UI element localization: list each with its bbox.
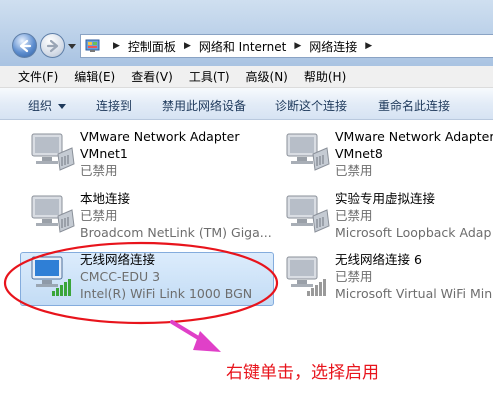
navigation-bar: ▶ 控制面板 ▶ 网络和 Internet ▶ 网络连接 ▶ (0, 0, 493, 66)
adapter-name: VMware Network Adapter (335, 129, 493, 144)
adapter-vmnet1[interactable]: VMware Network Adapter VMnet1 已禁用 (28, 128, 248, 188)
menu-bar: 文件(F) 编辑(E) 查看(V) 工具(T) 高级(N) 帮助(H) (0, 66, 493, 88)
network-adapter-disabled-icon (286, 133, 330, 171)
adapter-status: 已禁用 (335, 163, 373, 178)
disable-device-button[interactable]: 禁用此网络设备 (162, 97, 246, 114)
adapter-device: Microsoft Loopback Adap (335, 225, 492, 240)
adapter-device: Intel(R) WiFi Link 1000 BGN (80, 286, 253, 301)
menu-file[interactable]: 文件(F) (18, 68, 58, 85)
arrow-right-icon (46, 39, 58, 52)
breadcrumb-control-panel[interactable]: 控制面板 (128, 38, 176, 55)
breadcrumb-network-connections[interactable]: 网络连接 (309, 38, 357, 55)
instruction-annotation: 右键单击，选择启用 (226, 363, 379, 383)
organize-button[interactable]: 组织 (28, 97, 67, 114)
wireless-adapter-icon (31, 256, 71, 296)
adapter-name: 本地连接 (80, 191, 131, 206)
breadcrumb-separator-icon[interactable]: ▶ (294, 41, 301, 51)
adapter-vmnet8[interactable]: VMware Network Adapter VMnet8 已禁用 (283, 128, 493, 188)
forward-button[interactable] (40, 33, 65, 58)
network-adapter-disabled-icon (31, 133, 75, 171)
address-bar[interactable]: ▶ 控制面板 ▶ 网络和 Internet ▶ 网络连接 ▶ (80, 34, 493, 58)
adapter-ssid: CMCC-EDU 3 (80, 269, 161, 284)
menu-advanced[interactable]: 高级(N) (246, 68, 288, 85)
rename-connection-button[interactable]: 重命名此连接 (378, 97, 450, 114)
breadcrumb-separator-icon[interactable]: ▶ (365, 41, 372, 51)
network-adapter-disabled-icon (286, 195, 330, 233)
adapter-local-connection[interactable]: 本地连接 已禁用 Broadcom NetLink (TM) Giga... (28, 190, 272, 250)
adapter-name: 无线网络连接 (80, 252, 156, 267)
wireless-adapter-disabled-icon (286, 256, 326, 296)
adapter-status: 已禁用 (80, 163, 118, 178)
adapter-name: 无线网络连接 6 (335, 252, 422, 267)
adapter-status: 已禁用 (335, 269, 373, 284)
adapter-loopback[interactable]: 实验专用虚拟连接 已禁用 Microsoft Loopback Adap (283, 190, 493, 250)
command-bar: 组织 连接到 禁用此网络设备 诊断这个连接 重命名此连接 (0, 88, 493, 120)
adapter-name: VMware Network Adapter (80, 129, 240, 144)
chevron-down-icon (58, 104, 67, 109)
adapter-device: Broadcom NetLink (TM) Giga... (80, 225, 272, 240)
control-panel-icon (85, 39, 100, 52)
recent-pages-dropdown-icon[interactable] (68, 42, 76, 50)
breadcrumb-network-internet[interactable]: 网络和 Internet (199, 38, 286, 55)
network-adapter-disabled-icon (31, 195, 75, 233)
adapter-line2: VMnet1 (80, 146, 128, 161)
adapter-status: 已禁用 (80, 208, 118, 223)
arrow-left-icon (19, 39, 31, 52)
organize-label: 组织 (28, 99, 53, 113)
adapter-device: Microsoft Virtual WiFi Mini (335, 286, 493, 301)
back-button[interactable] (12, 33, 37, 58)
breadcrumb-separator-icon[interactable]: ▶ (184, 41, 191, 51)
adapter-status: 已禁用 (335, 208, 373, 223)
adapter-wireless-connection-6[interactable]: 无线网络连接 6 已禁用 Microsoft Virtual WiFi Mini (283, 251, 493, 311)
adapter-line2: VMnet8 (335, 146, 383, 161)
menu-help[interactable]: 帮助(H) (304, 68, 346, 85)
menu-edit[interactable]: 编辑(E) (74, 68, 115, 85)
diagnose-connection-button[interactable]: 诊断这个连接 (275, 97, 347, 114)
adapter-name: 实验专用虚拟连接 (335, 191, 436, 206)
menu-view[interactable]: 查看(V) (131, 68, 173, 85)
menu-tools[interactable]: 工具(T) (189, 68, 230, 85)
breadcrumb-separator-icon[interactable]: ▶ (113, 41, 120, 51)
adapter-wireless-connection[interactable]: 无线网络连接 CMCC-EDU 3 Intel(R) WiFi Link 100… (28, 251, 272, 311)
connect-to-button[interactable]: 连接到 (96, 97, 132, 114)
